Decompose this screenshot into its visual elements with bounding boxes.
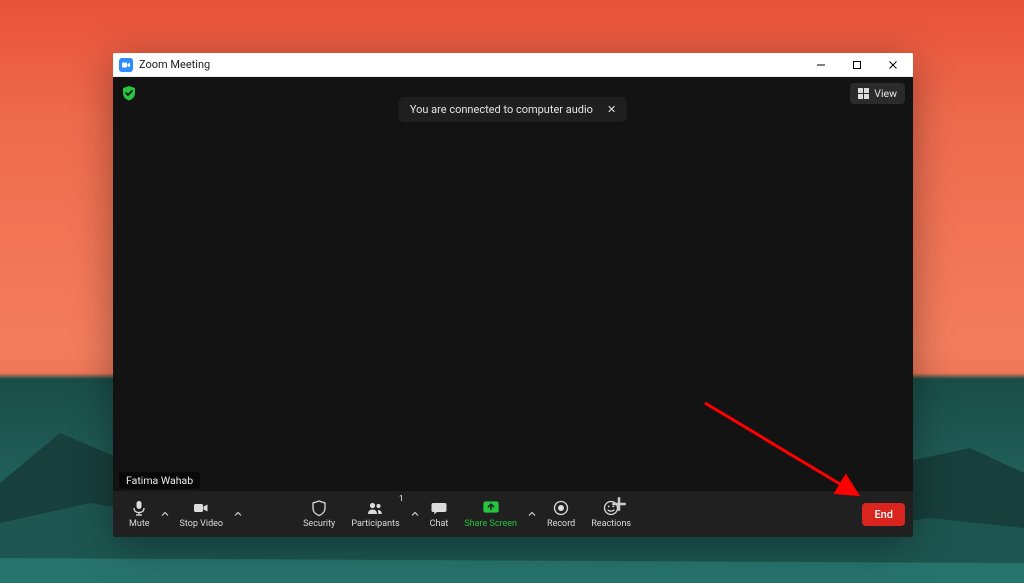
chevron-up-icon xyxy=(234,510,242,518)
video-options-caret[interactable] xyxy=(231,491,245,537)
record-icon xyxy=(552,499,570,517)
reactions-button[interactable]: Reactions xyxy=(583,491,639,537)
end-meeting-button[interactable]: End xyxy=(862,503,905,526)
participants-label: Participants xyxy=(351,519,399,529)
encryption-shield-icon[interactable] xyxy=(120,84,138,102)
share-screen-button[interactable]: Share Screen xyxy=(456,491,525,537)
audio-connected-toast: You are connected to computer audio ✕ xyxy=(399,97,627,122)
view-label: View xyxy=(874,87,897,100)
security-label: Security xyxy=(303,519,335,529)
close-button[interactable] xyxy=(875,53,911,77)
view-grid-icon xyxy=(858,88,869,99)
record-label: Record xyxy=(547,519,575,529)
toast-close-button[interactable]: ✕ xyxy=(607,103,616,116)
mute-button[interactable]: Mute xyxy=(121,491,158,537)
mute-label: Mute xyxy=(129,519,150,529)
chat-label: Chat xyxy=(430,519,449,529)
participants-button[interactable]: 1 Participants xyxy=(343,491,407,537)
chat-button[interactable]: Chat xyxy=(422,491,457,537)
microphone-icon xyxy=(130,499,148,517)
meeting-video-area: View You are connected to computer audio… xyxy=(113,77,913,537)
share-screen-label: Share Screen xyxy=(464,519,517,529)
video-camera-icon xyxy=(192,499,210,517)
share-options-caret[interactable] xyxy=(525,491,539,537)
zoom-logo-icon xyxy=(119,58,133,72)
window-titlebar: Zoom Meeting xyxy=(113,53,913,77)
security-button[interactable]: Security xyxy=(295,491,343,537)
chevron-up-icon xyxy=(528,510,536,518)
minimize-button[interactable] xyxy=(803,53,839,77)
end-label: End xyxy=(874,508,893,521)
chat-bubble-icon xyxy=(430,499,448,517)
window-title: Zoom Meeting xyxy=(139,58,210,71)
stop-video-button[interactable]: Stop Video xyxy=(172,491,232,537)
toast-message: You are connected to computer audio xyxy=(410,103,593,116)
participants-icon xyxy=(366,499,384,517)
participants-options-caret[interactable] xyxy=(408,491,422,537)
chevron-up-icon xyxy=(161,510,169,518)
view-button[interactable]: View xyxy=(850,83,905,104)
chevron-up-icon xyxy=(411,510,419,518)
mute-options-caret[interactable] xyxy=(158,491,172,537)
participant-name-label: Fatima Wahab xyxy=(119,472,200,489)
meeting-toolbar: Mute Stop Video Security 1 Participants xyxy=(113,491,913,537)
maximize-button[interactable] xyxy=(839,53,875,77)
plus-icon xyxy=(610,495,628,513)
shield-icon xyxy=(310,499,328,517)
reactions-label: Reactions xyxy=(591,519,631,529)
stop-video-label: Stop Video xyxy=(180,519,224,529)
zoom-meeting-window: Zoom Meeting View You are connected to c… xyxy=(113,53,913,537)
record-button[interactable]: Record xyxy=(539,491,583,537)
share-screen-icon xyxy=(482,499,500,517)
participants-count-badge: 1 xyxy=(399,494,404,504)
